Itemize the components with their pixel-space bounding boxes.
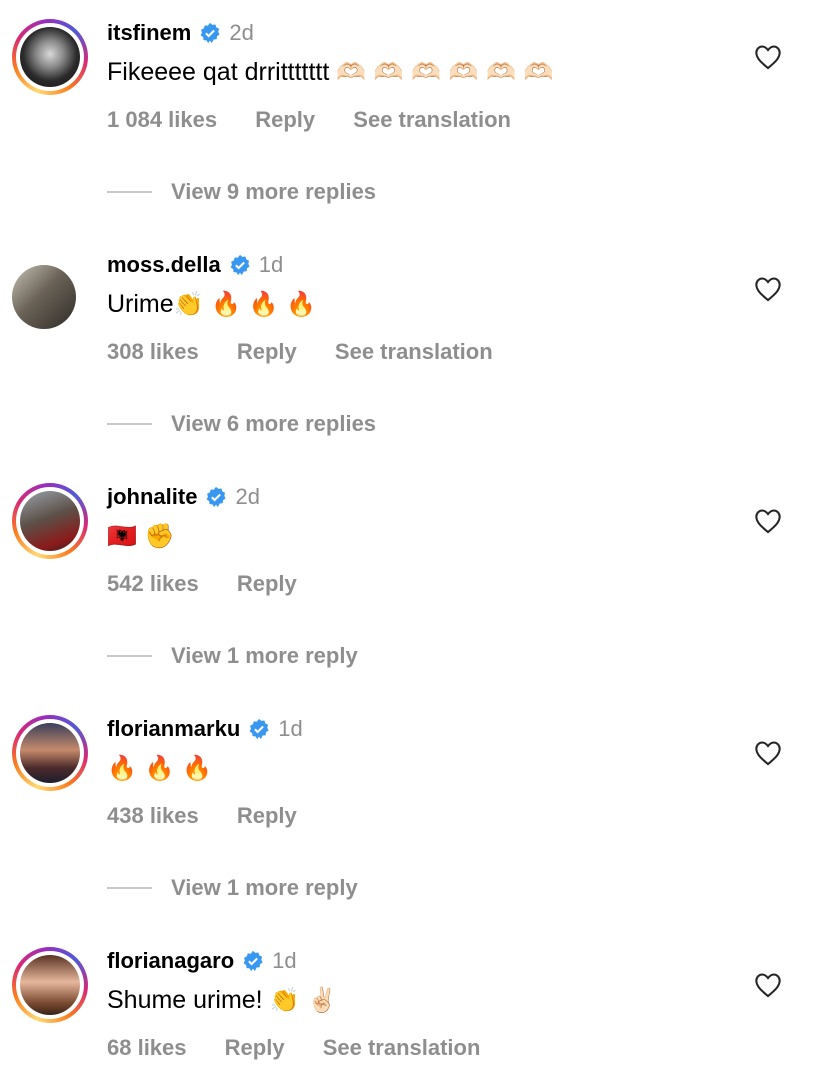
username[interactable]: itsfinem xyxy=(107,20,191,46)
comment-time: 1d xyxy=(278,716,303,741)
verified-badge-icon xyxy=(243,950,263,972)
heart-outline-icon[interactable] xyxy=(754,276,782,302)
story-ring[interactable] xyxy=(12,483,88,559)
reply-button[interactable]: Reply xyxy=(225,1035,285,1060)
avatar[interactable] xyxy=(20,27,80,87)
view-more-replies[interactable]: View 6 more replies xyxy=(107,411,376,437)
comment-emoji: 👏 ✌🏻 xyxy=(269,986,337,1014)
verified-badge-icon xyxy=(207,486,226,508)
reply-button[interactable]: Reply xyxy=(237,571,297,596)
reply-button[interactable]: Reply xyxy=(237,803,297,828)
comment-time: 1d xyxy=(272,948,297,973)
comment-emoji: 🇦🇱 ✊ xyxy=(107,522,175,550)
username[interactable]: moss.della xyxy=(107,252,221,278)
comment-time: 2d xyxy=(229,20,254,45)
comment-emoji: 🔥 🔥 🔥 xyxy=(107,754,212,782)
comment-emoji: 🫶🏻 🫶🏻 🫶🏻 🫶🏻 🫶🏻 🫶🏻 xyxy=(336,58,554,86)
reply-button[interactable]: Reply xyxy=(237,339,297,364)
story-ring[interactable] xyxy=(12,947,88,1023)
comment-item: moss.della 1d Urime👏 🔥 🔥 🔥 308 likes Rep… xyxy=(0,232,828,464)
see-translation-button[interactable]: See translation xyxy=(353,107,511,132)
likes-count[interactable]: 438 likes xyxy=(107,803,199,828)
comment-item: florianagaro 1d Shume urime! 👏 ✌🏻 68 lik… xyxy=(0,928,828,1070)
heart-outline-icon[interactable] xyxy=(754,740,782,766)
see-translation-button[interactable]: See translation xyxy=(323,1035,481,1060)
likes-count[interactable]: 542 likes xyxy=(107,571,199,596)
avatar[interactable] xyxy=(20,723,80,783)
likes-count[interactable]: 1 084 likes xyxy=(107,107,217,132)
likes-count[interactable]: 308 likes xyxy=(107,339,199,364)
comment-item: florianmarku 1d 🔥 🔥 🔥 438 likes Reply Vi… xyxy=(0,696,828,928)
comment-item: johnalite 2d 🇦🇱 ✊ 542 likes Reply View 1… xyxy=(0,464,828,696)
divider xyxy=(107,191,152,193)
story-ring[interactable] xyxy=(12,715,88,791)
divider xyxy=(107,887,152,889)
username[interactable]: florianmarku xyxy=(107,716,240,742)
reply-button[interactable]: Reply xyxy=(255,107,315,132)
verified-badge-icon xyxy=(201,22,220,44)
comment-text: Shume urime! 👏 ✌🏻 xyxy=(107,986,337,1014)
see-translation-button[interactable]: See translation xyxy=(335,339,493,364)
heart-outline-icon[interactable] xyxy=(754,972,782,998)
comment-text: Fikeeee qat drrittttttt 🫶🏻 🫶🏻 🫶🏻 🫶🏻 🫶🏻 🫶… xyxy=(107,58,554,86)
username[interactable]: florianagaro xyxy=(107,948,234,974)
username[interactable]: johnalite xyxy=(107,484,197,510)
comment-time: 2d xyxy=(235,484,260,509)
likes-count[interactable]: 68 likes xyxy=(107,1035,187,1060)
heart-outline-icon[interactable] xyxy=(754,44,782,70)
heart-outline-icon[interactable] xyxy=(754,508,782,534)
comment-emoji: 👏 🔥 🔥 🔥 xyxy=(173,290,317,318)
story-ring[interactable] xyxy=(12,19,88,95)
comment-text: Urime👏 🔥 🔥 🔥 xyxy=(107,290,317,318)
avatar[interactable] xyxy=(20,491,80,551)
divider xyxy=(107,655,152,657)
view-more-replies[interactable]: View 1 more reply xyxy=(107,643,358,669)
comment-text: 🇦🇱 ✊ xyxy=(107,522,174,551)
verified-badge-icon xyxy=(230,254,250,276)
view-more-replies[interactable]: View 9 more replies xyxy=(107,179,376,205)
view-more-replies[interactable]: View 1 more reply xyxy=(107,875,358,901)
avatar[interactable] xyxy=(20,955,80,1015)
comment-item: itsfinem 2d Fikeeee qat drrittttttt 🫶🏻 🫶… xyxy=(0,0,828,232)
divider xyxy=(107,423,152,425)
avatar[interactable] xyxy=(12,265,76,329)
comment-text: 🔥 🔥 🔥 xyxy=(107,754,212,783)
comment-time: 1d xyxy=(258,252,284,277)
verified-badge-icon xyxy=(249,718,269,740)
